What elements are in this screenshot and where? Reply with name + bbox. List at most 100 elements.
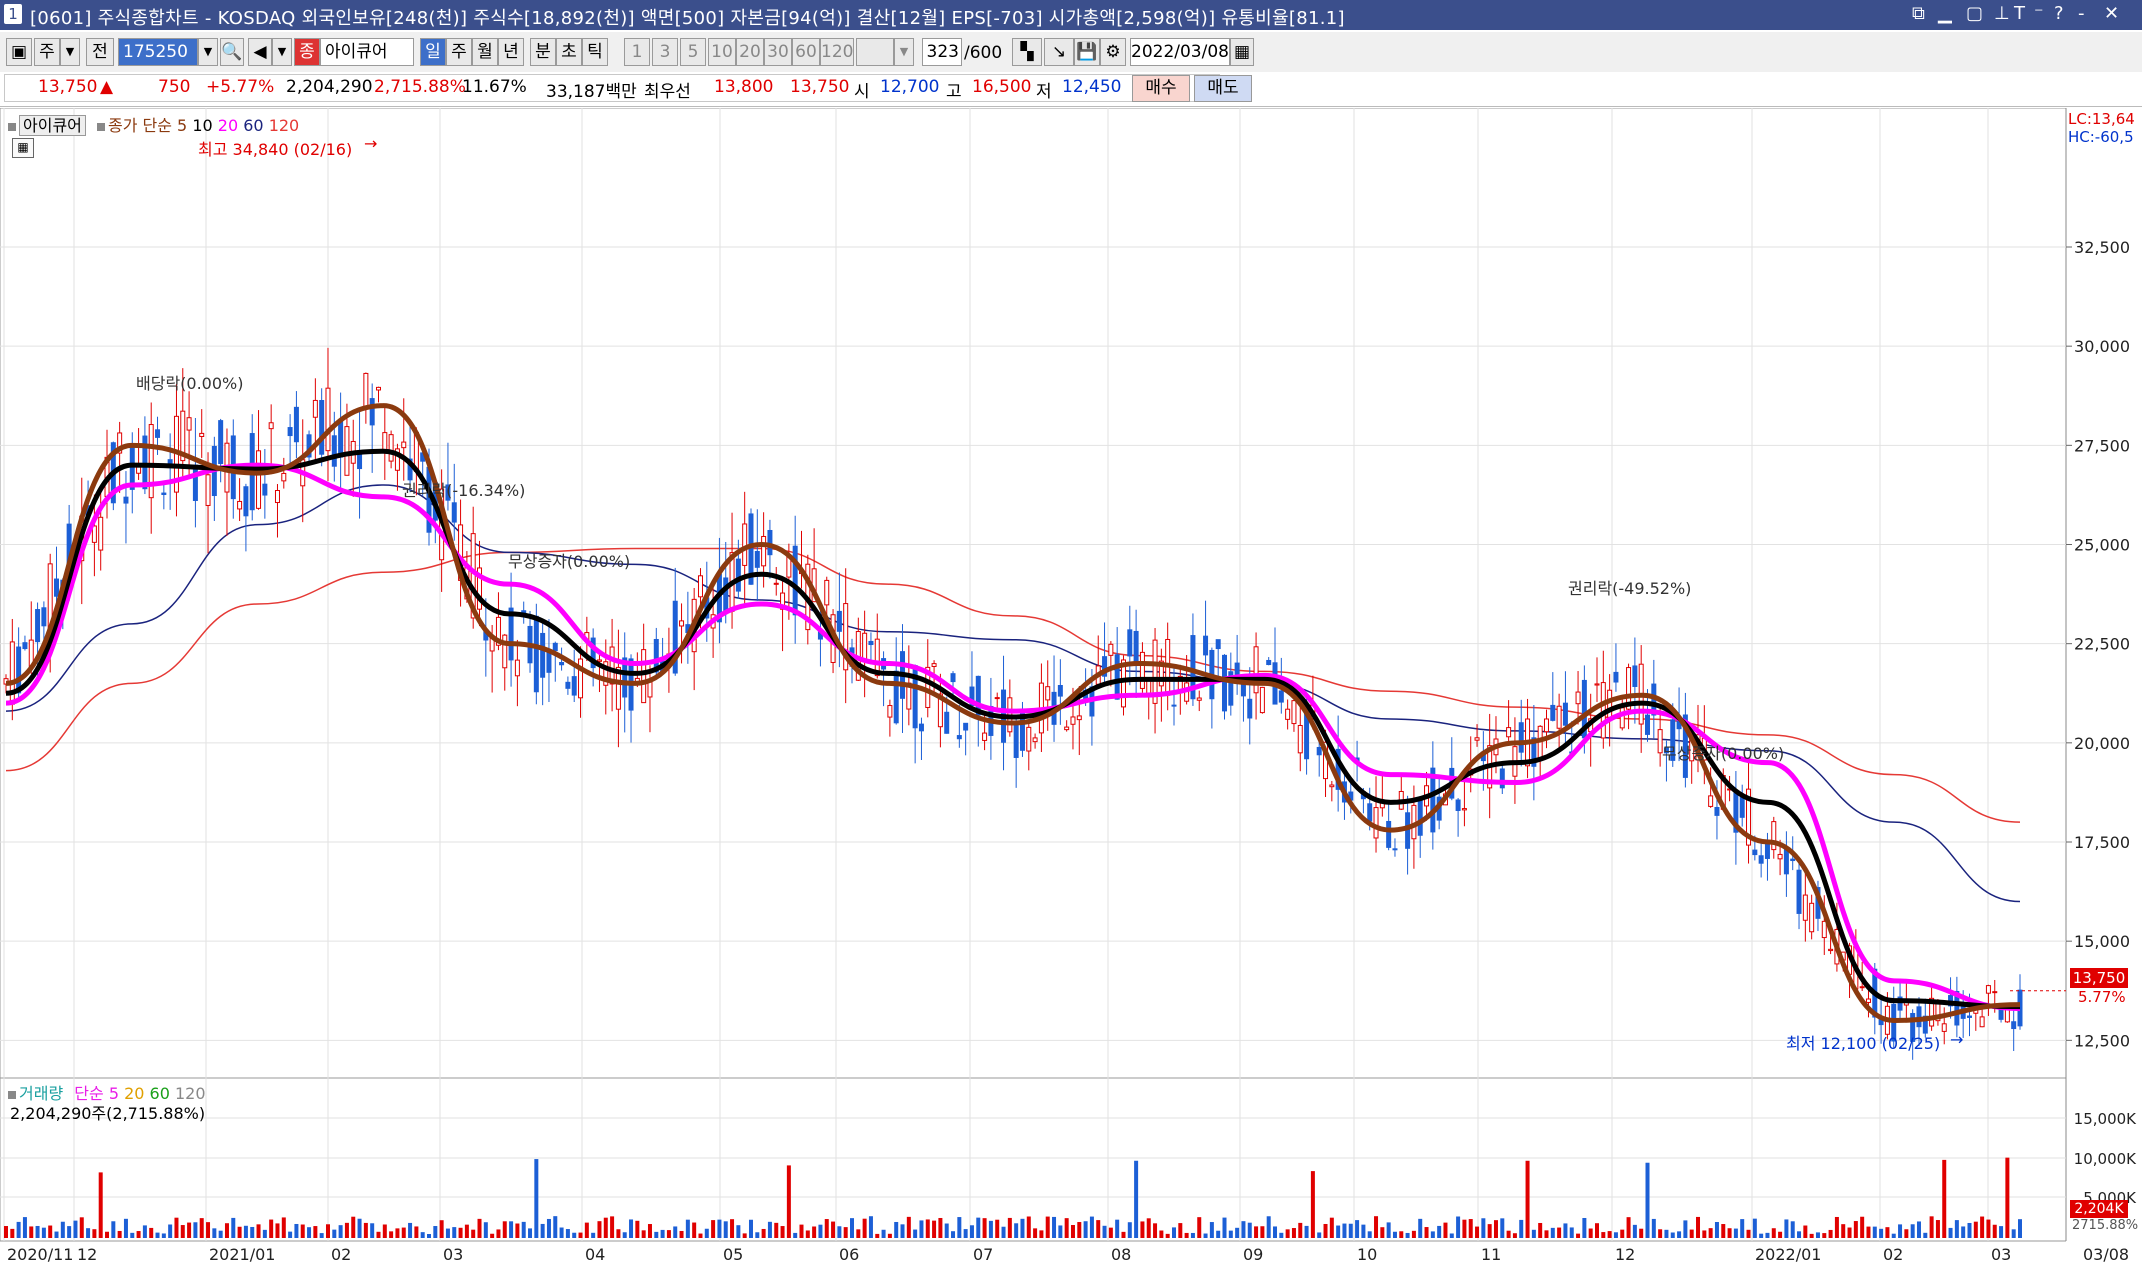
custom-period-dropdown-icon[interactable]: ▼	[894, 38, 914, 66]
legend-ma5[interactable]: 5	[177, 116, 187, 135]
code-dropdown-icon[interactable]: ▼	[198, 38, 218, 66]
maximize-icon[interactable]: ▢	[1966, 3, 1983, 24]
price-tick-label: 12,500	[2074, 1031, 2130, 1050]
period-year[interactable]: 년	[498, 38, 524, 66]
minute-1[interactable]: 1	[624, 38, 650, 66]
price-volume-chart[interactable]: 32,500 30,000 27,500 25,000 22,500 20,000 17,5…	[0, 107, 2142, 1264]
legend-ma60[interactable]: 60	[243, 116, 263, 135]
volume-bar	[1588, 1228, 1593, 1238]
minimize-icon[interactable]: ▁	[1938, 3, 1952, 24]
period-month[interactable]: 월	[472, 38, 498, 66]
pin-icon[interactable]: ⊥	[1994, 3, 2010, 24]
draw-tool-icon[interactable]: ↘	[1044, 38, 1074, 66]
mode-dropdown-icon[interactable]: ▼	[60, 38, 80, 66]
volume-bar	[812, 1226, 817, 1238]
save-icon[interactable]: 💾	[1074, 38, 1100, 66]
legend-ma10[interactable]: 10	[192, 116, 212, 135]
candle-body	[388, 434, 394, 462]
price-tick-label: 32,500	[2074, 238, 2130, 257]
volume-bar	[1557, 1227, 1562, 1238]
volume-bar	[805, 1230, 810, 1238]
close-icon[interactable]: ✕	[2104, 3, 2119, 24]
minute-120[interactable]: 120	[820, 38, 854, 66]
volume-bar	[862, 1218, 867, 1238]
volume-bar	[1714, 1222, 1719, 1238]
volume-bar	[237, 1226, 242, 1238]
volume-bar	[1670, 1232, 1675, 1238]
mode-select[interactable]: 주	[34, 38, 60, 66]
candle-body	[451, 502, 457, 523]
candle-body	[944, 711, 950, 734]
font-size-icon[interactable]: T	[2014, 3, 2025, 24]
count-input[interactable]: 323	[922, 38, 962, 66]
volume-bar	[521, 1221, 526, 1238]
volume-bar	[256, 1224, 261, 1238]
legend-ma120[interactable]: 120	[269, 116, 300, 135]
volume-bar	[1759, 1233, 1764, 1238]
candle-body	[1266, 659, 1272, 666]
legend-ma-prefix[interactable]: 종가 단순	[108, 116, 172, 135]
candle-body	[1575, 691, 1581, 705]
search-icon[interactable]: 🔍	[220, 38, 244, 66]
stock-name-field[interactable]: 아이큐어	[320, 38, 414, 66]
code-input[interactable]: 175250	[118, 38, 198, 66]
calendar-icon[interactable]: ▦	[1230, 38, 1254, 66]
volume-bar	[1329, 1217, 1334, 1238]
volume-bar	[995, 1219, 1000, 1238]
minute-30[interactable]: 30	[764, 38, 792, 66]
candle-body	[1114, 654, 1120, 700]
volume-bar	[496, 1229, 501, 1238]
table-icon[interactable]: ▦	[12, 138, 34, 158]
candle-body	[559, 662, 565, 666]
font-size-arrow-icon[interactable]: ⁻	[2034, 3, 2044, 24]
minute-10[interactable]: 10	[708, 38, 736, 66]
ma60-line	[5, 484, 2021, 903]
date-input[interactable]: 2022/03/08	[1130, 38, 1230, 66]
volume-bar	[881, 1229, 886, 1238]
volume-bar	[1190, 1232, 1195, 1238]
period-day[interactable]: 일	[420, 38, 446, 66]
candle-body	[1543, 718, 1549, 733]
prev-button[interactable]: 전	[86, 38, 114, 66]
count-max: /600	[964, 43, 1003, 63]
custom-period-field[interactable]	[856, 38, 894, 66]
candle-body	[186, 417, 192, 431]
period-tick[interactable]: 틱	[582, 38, 608, 66]
volume-bar	[60, 1221, 65, 1238]
volume-bar	[98, 1172, 103, 1238]
period-second[interactable]: 초	[556, 38, 582, 66]
volume-bar	[351, 1216, 356, 1238]
buy-button[interactable]: 매수	[1132, 75, 1190, 102]
price-change-pct: +5.77%	[206, 77, 275, 97]
volume-bar	[660, 1229, 665, 1238]
period-week[interactable]: 주	[446, 38, 472, 66]
volume-bar	[748, 1219, 753, 1238]
current-price: 13,750	[38, 77, 98, 97]
chart-area[interactable]: 32,500 30,000 27,500 25,000 22,500 20,000 17,5…	[0, 107, 2142, 1264]
minute-3[interactable]: 3	[652, 38, 678, 66]
minute-20[interactable]: 20	[736, 38, 764, 66]
help-icon[interactable]: ?	[2054, 3, 2064, 24]
data-tool-icon[interactable]: ▚	[1012, 38, 1042, 66]
minute-60[interactable]: 60	[792, 38, 820, 66]
legend-ma20[interactable]: 20	[218, 116, 238, 135]
volume-bar	[414, 1226, 419, 1238]
sell-button[interactable]: 매도	[1194, 75, 1252, 102]
volume-bar	[1639, 1228, 1644, 1238]
restore-icon[interactable]: ⧉	[1912, 3, 1925, 24]
candle-body	[1373, 807, 1379, 839]
settings-icon[interactable]: ⚙	[1100, 38, 1126, 66]
volume-bar	[1594, 1223, 1599, 1238]
close-dash-icon[interactable]: -	[2078, 3, 2085, 24]
volume-bar	[29, 1226, 34, 1238]
period-minute[interactable]: 분	[530, 38, 556, 66]
volume-bar	[1052, 1216, 1057, 1238]
legend-stock-name[interactable]: 아이큐어	[19, 115, 86, 136]
layout-icon[interactable]: ▣	[6, 38, 32, 66]
quote-bar: 13,750 ▲ 750 +5.77% 2,204,290 2,715.88% …	[0, 72, 2142, 107]
volume-bar	[1273, 1226, 1278, 1238]
sound-dropdown-icon[interactable]: ▼	[272, 38, 292, 66]
bid-price: 13,750	[790, 77, 850, 97]
sound-icon[interactable]: ◀	[248, 38, 272, 66]
minute-5[interactable]: 5	[680, 38, 706, 66]
